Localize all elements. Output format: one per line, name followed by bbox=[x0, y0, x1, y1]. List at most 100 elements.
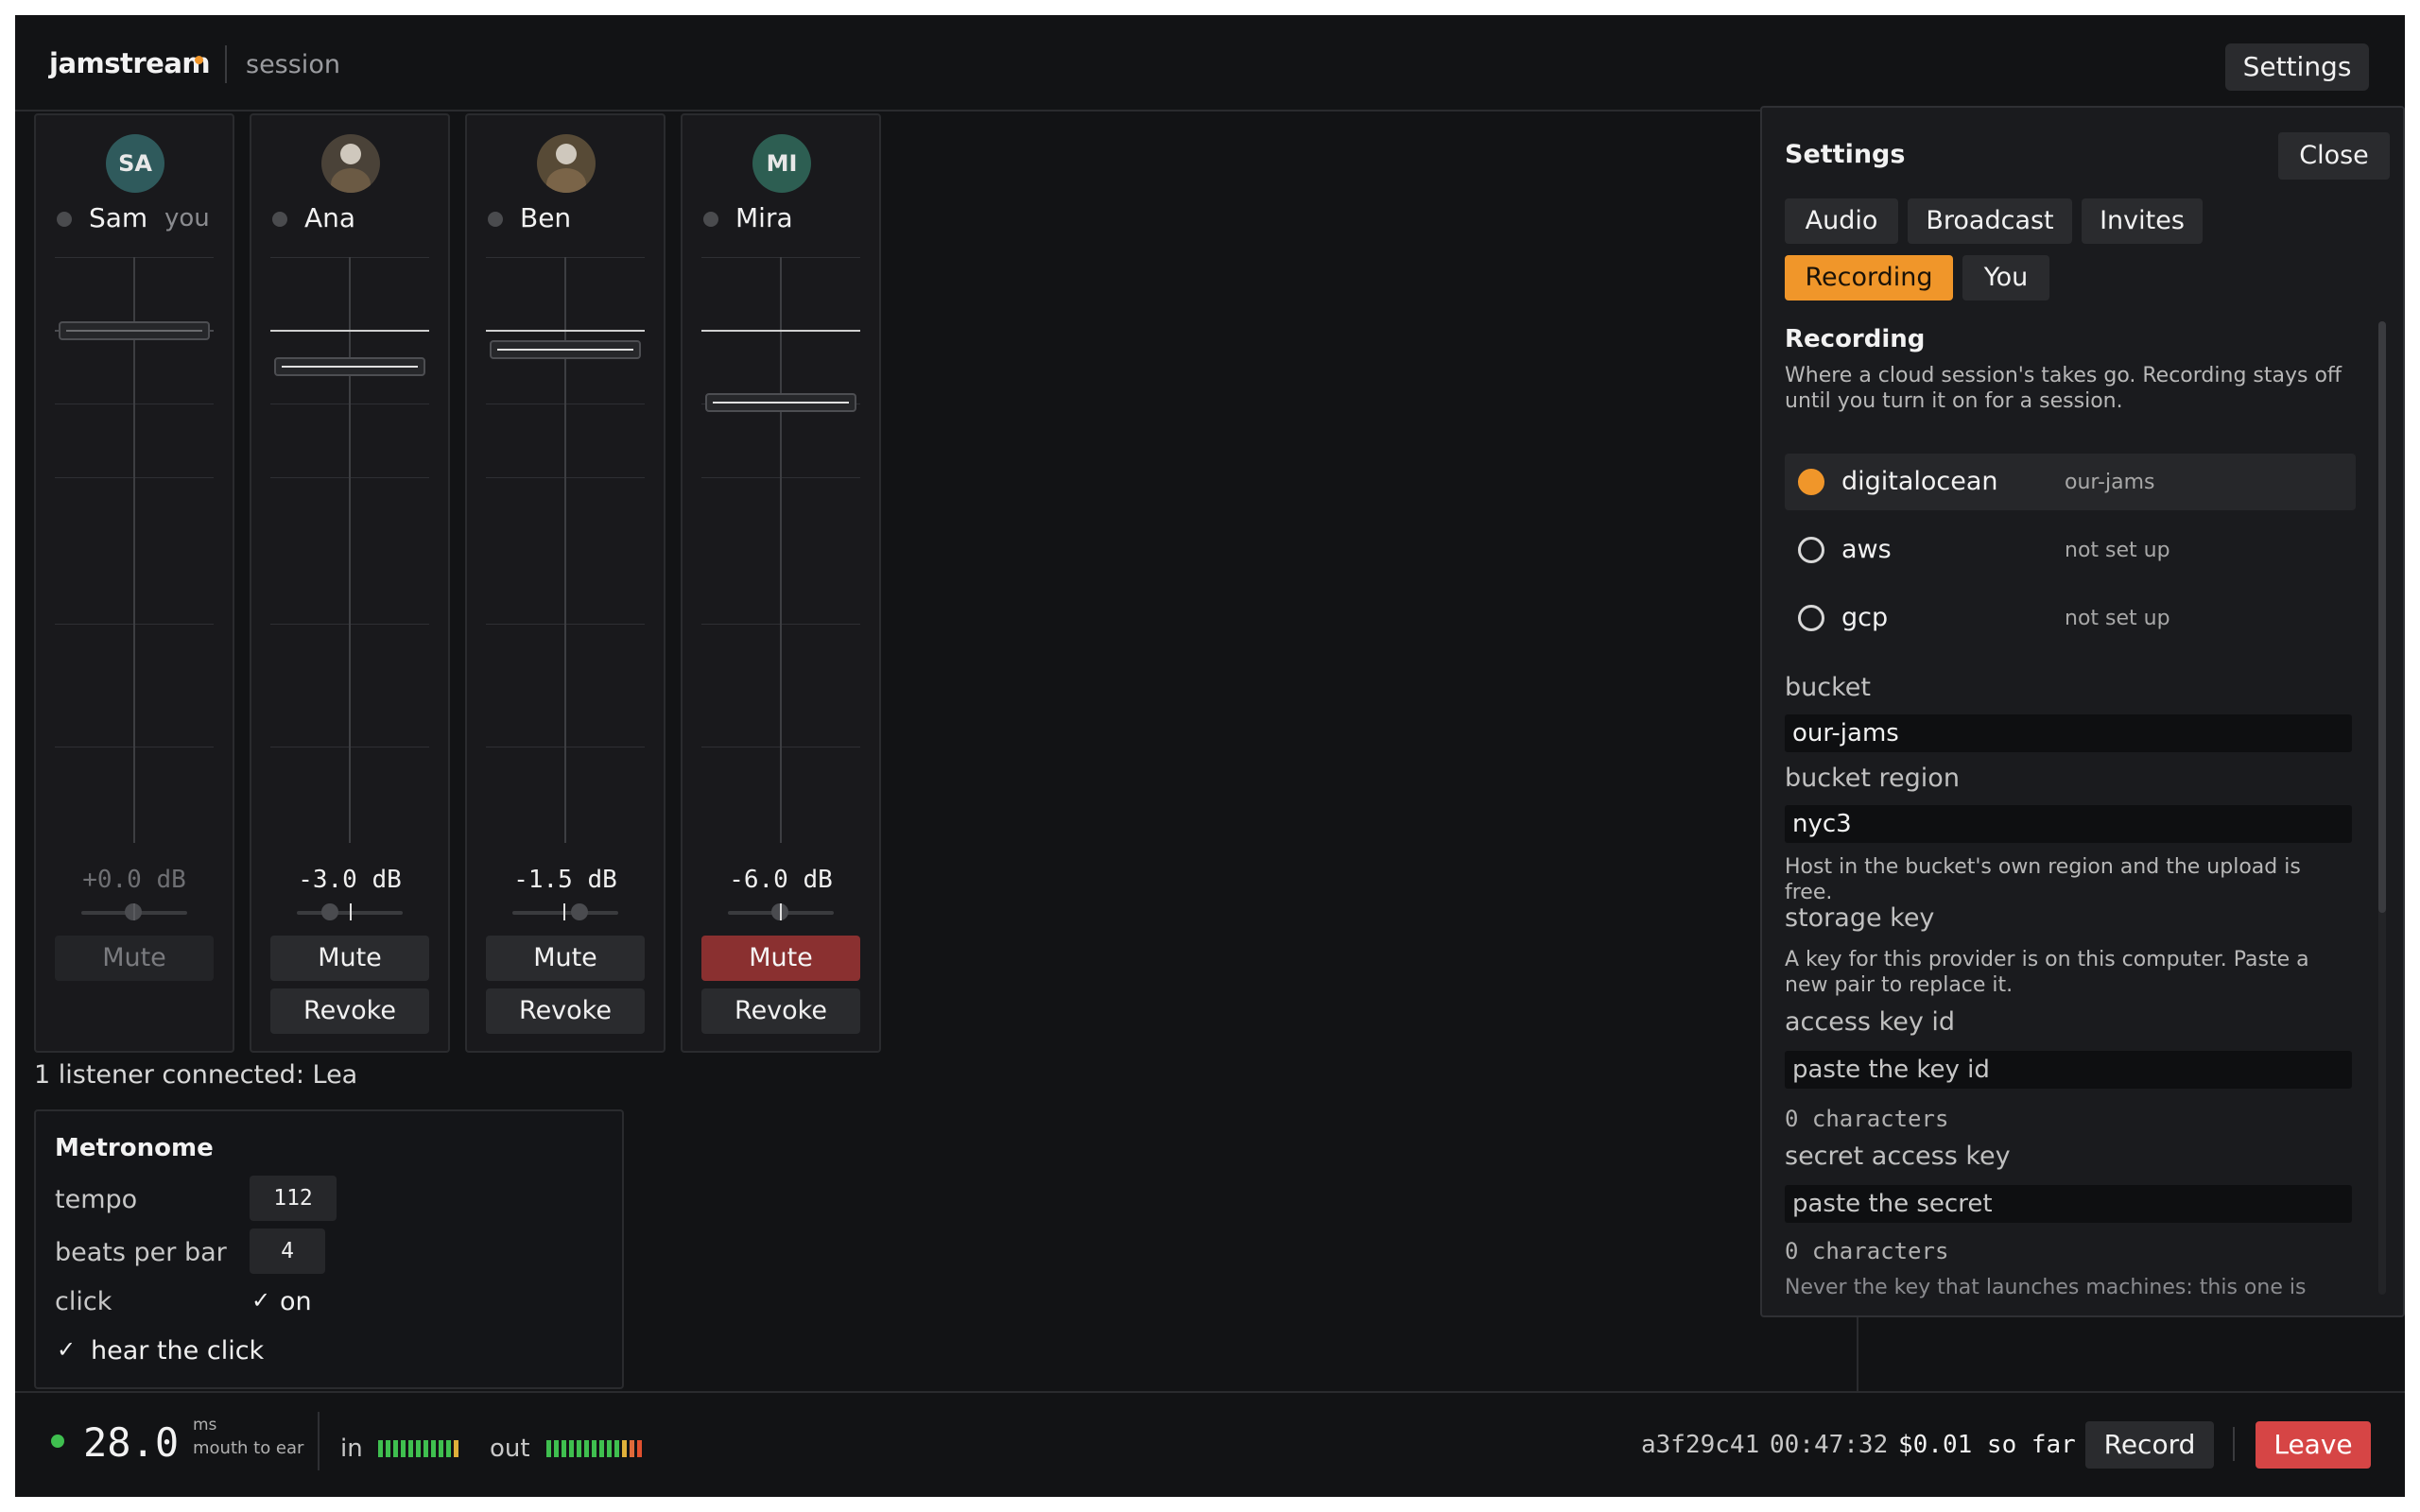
provider-name: gcp bbox=[1841, 603, 1889, 632]
status-divider bbox=[318, 1412, 320, 1470]
fader-handle[interactable] bbox=[59, 321, 210, 340]
mute-button[interactable]: Mute bbox=[486, 936, 645, 981]
provider-name: digitalocean bbox=[1841, 467, 1998, 496]
status-divider bbox=[2233, 1427, 2235, 1461]
tempo-input[interactable]: 112 bbox=[250, 1176, 337, 1221]
recording-description: Where a cloud session's takes go. Record… bbox=[1785, 364, 2342, 413]
avatar: SA bbox=[106, 134, 164, 193]
settings-panel: Settings Close Audio Broadcast Invites R… bbox=[1760, 106, 2405, 1317]
latency-description: mouth to ear bbox=[193, 1438, 304, 1458]
strip-name: Ana bbox=[304, 202, 356, 233]
gain-readout: -3.0 dB bbox=[298, 866, 402, 894]
gain-fader[interactable] bbox=[270, 257, 429, 843]
avatar-shoulders bbox=[331, 168, 371, 193]
revoke-button[interactable]: Revoke bbox=[701, 988, 860, 1034]
key-warning-note: Never the key that launches machines: th… bbox=[1785, 1276, 2307, 1299]
click-label: click bbox=[55, 1287, 112, 1316]
mute-button[interactable]: Mute bbox=[55, 936, 214, 981]
pan-slider[interactable] bbox=[81, 903, 187, 920]
recording-heading: Recording bbox=[1785, 325, 1926, 353]
connection-dot-icon bbox=[51, 1435, 64, 1448]
settings-button[interactable]: Settings bbox=[2225, 43, 2369, 91]
mixer-strip-sam: SA Sam you +0.0 dB Mute bbox=[34, 113, 234, 1053]
tab-invites[interactable]: Invites bbox=[2082, 198, 2203, 244]
app-window: jamstream session Settings SA Sam you +0… bbox=[15, 15, 2405, 1497]
brand-logo: jamstream bbox=[49, 47, 211, 79]
gain-fader[interactable] bbox=[55, 257, 214, 843]
avatar-head bbox=[340, 144, 361, 164]
status-dot-icon bbox=[272, 212, 287, 227]
status-bar: 28.0 ms mouth to ear in out a3f29c41 00:… bbox=[15, 1391, 2405, 1497]
avatar bbox=[537, 134, 596, 193]
gain-fader[interactable] bbox=[486, 257, 645, 843]
bucket-region-input[interactable] bbox=[1785, 805, 2352, 843]
click-on-label: on bbox=[280, 1287, 312, 1316]
pan-slider[interactable] bbox=[512, 903, 618, 920]
scrollbar-thumb[interactable] bbox=[2378, 321, 2386, 913]
you-tag: you bbox=[164, 204, 210, 232]
hear-click-checkbox[interactable]: ✓ bbox=[57, 1336, 76, 1363]
elapsed-time: 00:47:32 bbox=[1770, 1431, 1889, 1459]
input-level-meter bbox=[378, 1440, 458, 1457]
pan-slider[interactable] bbox=[297, 903, 403, 920]
strip-name: Mira bbox=[735, 202, 793, 233]
radio-icon[interactable] bbox=[1798, 605, 1824, 631]
metronome-title: Metronome bbox=[55, 1134, 214, 1162]
tempo-label: tempo bbox=[55, 1185, 138, 1214]
mute-button[interactable]: Mute bbox=[701, 936, 860, 981]
session-cost: $0.01 so far bbox=[1898, 1431, 2076, 1459]
pan-slider[interactable] bbox=[728, 903, 834, 920]
click-checkbox[interactable]: ✓ bbox=[251, 1287, 270, 1314]
tab-recording[interactable]: Recording bbox=[1785, 255, 1953, 301]
output-level-meter bbox=[546, 1440, 642, 1457]
tab-broadcast[interactable]: Broadcast bbox=[1908, 198, 2072, 244]
fader-handle[interactable] bbox=[274, 357, 425, 376]
leave-button[interactable]: Leave bbox=[2256, 1421, 2371, 1469]
latency-value: 28.0 bbox=[83, 1419, 180, 1466]
strip-name: Ben bbox=[520, 202, 572, 233]
brand-divider bbox=[225, 45, 227, 83]
avatar bbox=[321, 134, 380, 193]
radio-selected-icon[interactable] bbox=[1798, 469, 1824, 495]
fader-handle[interactable] bbox=[705, 393, 856, 412]
mute-button[interactable]: Mute bbox=[270, 936, 429, 981]
mixer-strip-ben: Ben -1.5 dB Mute Revoke bbox=[465, 113, 666, 1053]
settings-scrollbar[interactable] bbox=[2378, 321, 2386, 1295]
status-dot-icon bbox=[488, 212, 503, 227]
record-button[interactable]: Record bbox=[2085, 1421, 2214, 1469]
fader-handle[interactable] bbox=[490, 340, 641, 359]
revoke-button[interactable]: Revoke bbox=[486, 988, 645, 1034]
revoke-button[interactable]: Revoke bbox=[270, 988, 429, 1034]
provider-option-gcp[interactable]: gcp not set up bbox=[1785, 590, 2356, 646]
fader-track bbox=[349, 257, 351, 843]
pan-center-mark bbox=[350, 903, 352, 920]
hear-click-label: hear the click bbox=[91, 1336, 265, 1366]
provider-name: aws bbox=[1841, 535, 1892, 564]
gain-fader[interactable] bbox=[701, 257, 860, 843]
avatar-head bbox=[556, 144, 577, 164]
secret-key-input[interactable] bbox=[1785, 1185, 2352, 1223]
session-id: a3f29c41 bbox=[1641, 1431, 1760, 1459]
pan-knob[interactable] bbox=[321, 903, 338, 920]
provider-option-digitalocean[interactable]: digitalocean our-jams bbox=[1785, 454, 2356, 510]
bucket-input[interactable] bbox=[1785, 714, 2352, 752]
access-key-input[interactable] bbox=[1785, 1051, 2352, 1089]
avatar: MI bbox=[752, 134, 811, 193]
status-dot-icon bbox=[57, 212, 72, 227]
bucket-region-label: bucket region bbox=[1785, 764, 1960, 793]
breadcrumb: session bbox=[246, 50, 340, 79]
gain-readout: -1.5 dB bbox=[513, 866, 617, 894]
provider-option-aws[interactable]: aws not set up bbox=[1785, 522, 2356, 578]
provider-status: not set up bbox=[2065, 539, 2170, 562]
fader-unity-mark bbox=[486, 330, 645, 332]
tab-audio[interactable]: Audio bbox=[1785, 198, 1898, 244]
beats-per-bar-input[interactable]: 4 bbox=[250, 1228, 325, 1274]
strip-name: Sam bbox=[89, 202, 148, 233]
access-key-label: access key id bbox=[1785, 1007, 1956, 1037]
close-button[interactable]: Close bbox=[2278, 132, 2390, 180]
pan-knob[interactable] bbox=[571, 903, 588, 920]
tab-you[interactable]: You bbox=[1962, 255, 2049, 301]
radio-icon[interactable] bbox=[1798, 537, 1824, 563]
storage-key-label: storage key bbox=[1785, 903, 1935, 933]
storage-key-hint: A key for this provider is on this compu… bbox=[1785, 948, 2309, 997]
